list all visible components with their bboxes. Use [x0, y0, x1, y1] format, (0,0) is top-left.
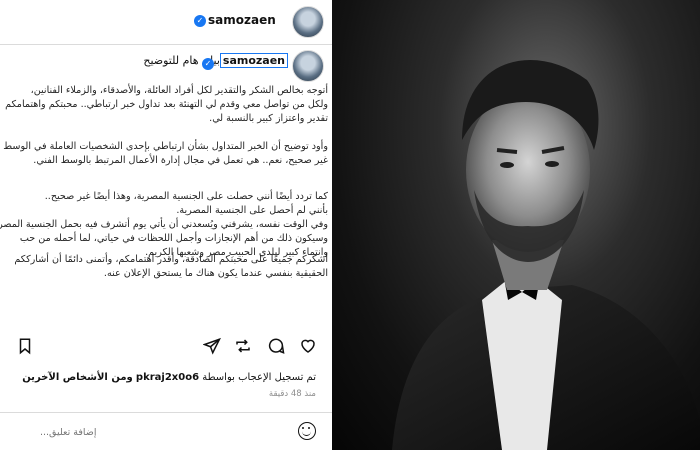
caption-title-line: samozaenبيان هام للتوضيح: [143, 53, 288, 68]
likes-prefix: تم تسجيل الإعجاب بواسطة: [202, 372, 316, 383]
comment-bar: [0, 418, 332, 446]
likes-summary[interactable]: تم تسجيل الإعجاب بواسطة pkraj2x0o6 ومن ا…: [22, 372, 316, 383]
username[interactable]: samozaen: [208, 13, 276, 27]
caption-line: وأود توضيح أن الخبر المتداول بشأن ارتباط…: [3, 141, 328, 152]
avatar[interactable]: [292, 6, 324, 38]
repost-icon[interactable]: [233, 337, 253, 357]
caption-line: أتوجه بخالص الشكر والتقدير لكل أفراد الع…: [30, 85, 328, 96]
caption-line: وفي الوقت نفسه، يشرفني ويُسعدني أن يأتي …: [0, 219, 328, 230]
post-panel: samozaen ✓ samozaenبيان هام للتوضيح ✓ أت…: [0, 0, 332, 450]
post-timestamp[interactable]: منذ 48 دقيقة: [269, 389, 316, 399]
bookmark-icon[interactable]: [15, 337, 35, 357]
likes-suffix[interactable]: ومن الأشخاص الآخرين: [22, 372, 133, 383]
caption-line: غير صحيح، نعم.. هي تعمل في مجال إدارة ال…: [33, 155, 328, 166]
verified-icon: ✓: [202, 58, 214, 70]
caption-line: بأنني لم أحصل على الجنسية المصرية.: [176, 205, 328, 216]
caption-paragraph: وأود توضيح أن الخبر المتداول بشأن ارتباط…: [0, 140, 328, 168]
share-icon[interactable]: [202, 337, 222, 357]
action-bar: [0, 333, 332, 361]
caption-line: الحقيقية بنفسي عندما يكون هناك ما يستحق …: [103, 268, 328, 279]
caption-paragraph: كما تردد أيضًا أنني حصلت على الجنسية الم…: [0, 190, 328, 260]
divider: [0, 412, 332, 413]
caption-line: ولكل من تواصل معي وقدم لي التهنئة بعد تد…: [5, 99, 328, 110]
caption-avatar[interactable]: [292, 50, 324, 82]
comment-icon[interactable]: [266, 337, 286, 357]
post-photo: [332, 0, 700, 450]
likes-user[interactable]: pkraj2x0o6: [136, 372, 199, 383]
caption-paragraph: أتوجه بخالص الشكر والتقدير لكل أفراد الع…: [0, 84, 328, 126]
emoji-icon[interactable]: [298, 422, 316, 440]
caption-line: أشكركم جميعًا على محبتكم الصادقة، وأقدر …: [14, 254, 328, 265]
verified-icon: ✓: [194, 15, 206, 27]
caption-line: كما تردد أيضًا أنني حصلت على الجنسية الم…: [44, 191, 328, 202]
portrait-image: [392, 60, 700, 450]
comment-input[interactable]: [40, 424, 270, 440]
caption-line: وسيكون ذلك من أهم الإنجازات وأجمل اللحظا…: [19, 233, 328, 244]
heart-icon[interactable]: [298, 337, 318, 357]
caption-line: تقدير واعتزاز كبير بالنسبة لي.: [209, 113, 328, 124]
post-header: samozaen ✓: [0, 0, 332, 45]
caption-username[interactable]: samozaen: [219, 53, 288, 68]
caption-paragraph: أشكركم جميعًا على محبتكم الصادقة، وأقدر …: [0, 253, 328, 281]
